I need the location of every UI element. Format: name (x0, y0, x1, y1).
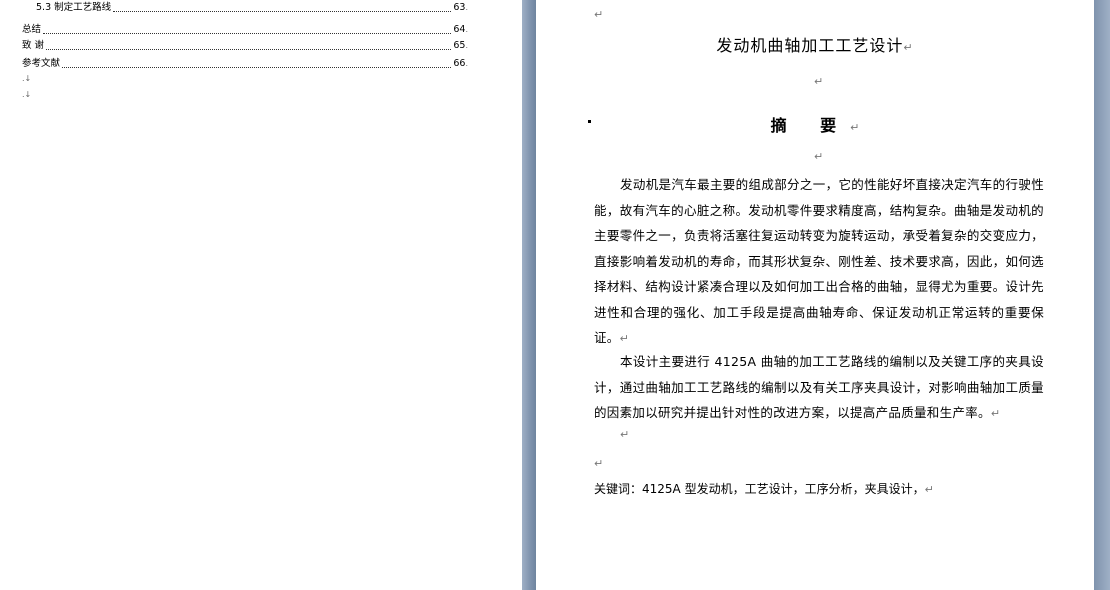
toc-entry-label: 5.3 制定工艺路线 (36, 2, 112, 13)
left-page (0, 0, 522, 590)
toc-leader-dots (62, 66, 452, 68)
page-edge-right (1094, 0, 1110, 590)
paragraph-mark: ↵ (924, 483, 934, 496)
paragraph-mark: . (465, 3, 468, 12)
abstract-paragraph-2-text: 本设计主要进行 4125A 曲轴的加工工艺路线的编制以及关键工序的夹具设计，通过… (594, 354, 1044, 420)
document-title-text: 发动机曲轴加工工艺设计 (716, 36, 904, 55)
toc-entry-summary[interactable]: 总结 64 . (22, 23, 468, 37)
paragraph-mark: . (465, 59, 468, 68)
abstract-paragraph-1[interactable]: 发动机是汽车最主要的组成部分之一，它的性能好坏直接决定汽车的行驶性能，故有汽车的… (594, 172, 1044, 352)
toc-entry-5-3[interactable]: 5.3 制定工艺路线 63 . (36, 1, 468, 15)
abstract-paragraph-1-text: 发动机是汽车最主要的组成部分之一，它的性能好坏直接决定汽车的行驶性能，故有汽车的… (594, 177, 1044, 345)
document-title[interactable]: 发动机曲轴加工工艺设计↵ (536, 32, 1094, 56)
page-gutter (522, 0, 536, 590)
toc-entry-page: 64 (453, 24, 466, 35)
paragraph-mark: ↵ (594, 457, 604, 470)
paragraph-mark: ↵ (619, 332, 630, 345)
keywords-line[interactable]: 关键词：4125A 型发动机，工艺设计，工序分析，夹具设计，↵ (594, 480, 934, 499)
paragraph-mark: .↓ (22, 90, 32, 99)
paragraph-mark: .↓ (22, 74, 32, 83)
abstract-paragraph-2[interactable]: 本设计主要进行 4125A 曲轴的加工工艺路线的编制以及关键工序的夹具设计，通过… (594, 349, 1044, 427)
toc-entry-page: 63 (453, 2, 466, 13)
toc-entry-page: 65 (453, 40, 466, 51)
abstract-heading-text: 摘 要 (770, 116, 851, 135)
toc-entry-label: 参考文献 (22, 58, 61, 69)
toc-entry-page: 66 (453, 58, 466, 69)
paragraph-mark: ↵ (850, 121, 860, 134)
paragraph-mark: ↵ (903, 41, 914, 54)
abstract-heading[interactable]: 摘 要↵ (536, 112, 1094, 136)
toc-leader-dots (43, 32, 452, 34)
paragraph-mark: ↵ (594, 8, 604, 21)
toc-entry-label: 致 谢 (22, 40, 45, 51)
toc-entry-label: 总结 (22, 24, 42, 35)
paragraph-mark: ↵ (990, 407, 1001, 420)
toc-entry-thanks[interactable]: 致 谢 65 . (22, 39, 468, 53)
paragraph-mark: ↵ (814, 75, 824, 88)
paragraph-mark: . (465, 25, 468, 34)
keywords-text: 关键词：4125A 型发动机，工艺设计，工序分析，夹具设计， (594, 482, 925, 496)
paragraph-mark: ↵ (814, 150, 824, 163)
toc-entry-references[interactable]: 参考文献 66 . (22, 57, 468, 71)
paragraph-mark: . (465, 41, 468, 50)
paragraph-mark: ↵ (620, 428, 630, 441)
toc-leader-dots (113, 10, 452, 12)
toc-leader-dots (46, 48, 452, 50)
